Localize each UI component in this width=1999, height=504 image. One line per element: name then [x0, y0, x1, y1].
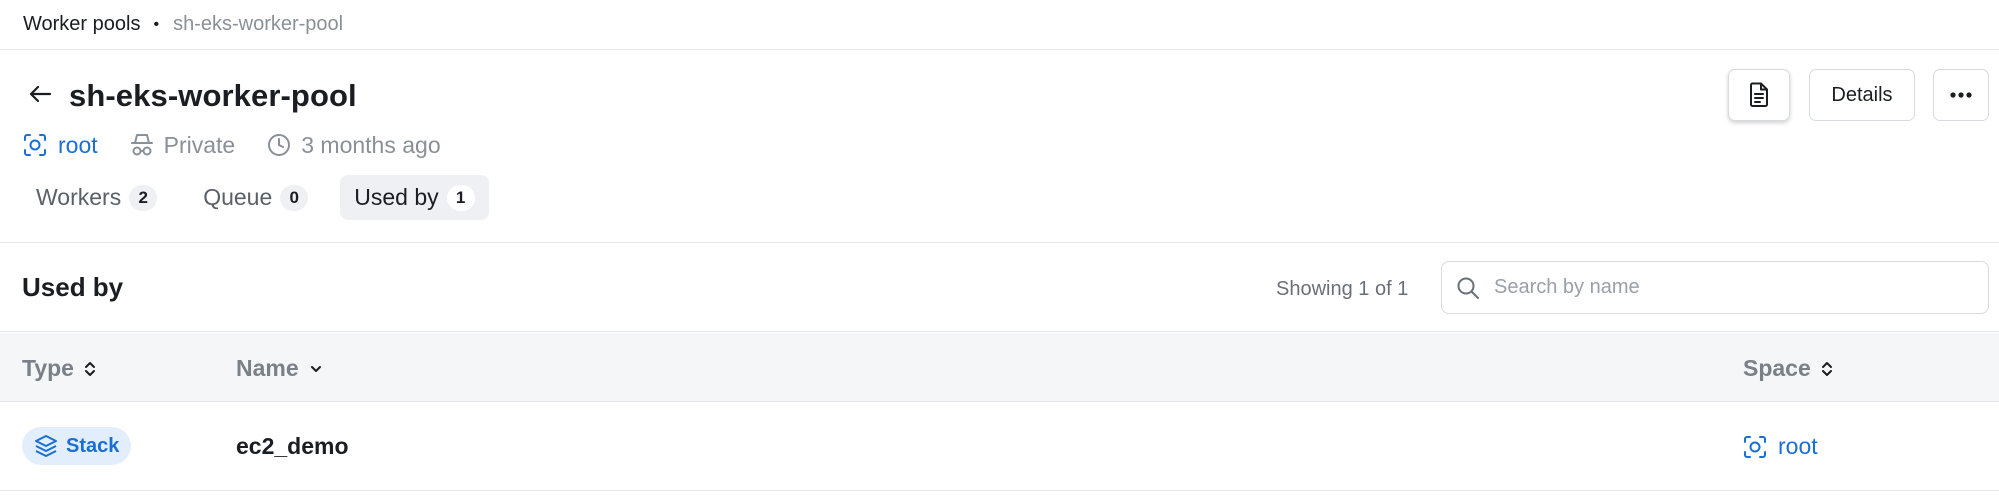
tab-label: Queue — [203, 184, 273, 210]
breadcrumb: Worker pools • sh-eks-worker-pool — [0, 0, 1999, 50]
type-label: Stack — [66, 434, 120, 457]
space-label: root — [58, 131, 98, 158]
tabs: Workers 2 Queue 0 Used by 1 — [22, 175, 507, 220]
breadcrumb-worker-pools-link[interactable]: Worker pools — [23, 13, 140, 36]
tab-workers[interactable]: Workers 2 — [22, 175, 171, 220]
tab-label: Used by — [354, 184, 439, 210]
arrow-left-icon — [29, 85, 52, 103]
created-label: 3 months ago — [301, 131, 441, 158]
type-badge[interactable]: Stack — [22, 427, 132, 465]
details-button[interactable]: Details — [1809, 69, 1915, 121]
page-header: sh-eks-worker-pool root Private 3 months… — [0, 50, 1999, 243]
table-row: Stack ec2_demo root — [0, 402, 1999, 491]
created-time: 3 months ago — [267, 131, 441, 159]
tab-count-badge: 2 — [129, 184, 158, 211]
page-title: sh-eks-worker-pool — [69, 78, 357, 113]
breadcrumb-separator: • — [153, 15, 160, 33]
search-box — [1441, 261, 1989, 314]
tab-label: Workers — [36, 184, 122, 210]
tab-used-by[interactable]: Used by 1 — [340, 175, 489, 220]
chevron-down-icon — [310, 365, 321, 372]
breadcrumb-current: sh-eks-worker-pool — [173, 13, 344, 35]
section-title: Used by — [22, 272, 124, 302]
space-link[interactable]: root — [1742, 433, 1818, 460]
document-button[interactable] — [1728, 69, 1790, 121]
sort-icon — [1821, 361, 1832, 376]
tab-queue[interactable]: Queue 0 — [189, 175, 322, 220]
document-icon — [1750, 82, 1768, 107]
more-options-button[interactable] — [1933, 69, 1989, 121]
table-header: Type Name Space — [0, 333, 1999, 402]
column-label: Type — [22, 355, 74, 381]
column-header-space[interactable]: Space — [1743, 355, 1833, 382]
column-label: Space — [1743, 355, 1811, 381]
stack-layers-icon — [35, 435, 57, 457]
space-icon — [24, 134, 46, 156]
incognito-icon — [130, 134, 153, 156]
tab-count-badge: 1 — [446, 184, 475, 211]
search-input[interactable] — [1494, 276, 1954, 299]
space-label: root — [1778, 433, 1818, 459]
used-by-section-header: Used by Showing 1 of 1 — [0, 244, 1999, 332]
sort-icon — [84, 361, 95, 376]
space-icon — [1744, 435, 1766, 458]
pool-meta: root Private 3 months ago — [22, 127, 473, 163]
search-icon — [1457, 277, 1479, 299]
more-horizontal-icon — [1950, 92, 1972, 98]
tab-count-badge: 0 — [280, 184, 309, 211]
space-link[interactable]: root — [22, 132, 98, 159]
visibility-label: Private — [163, 131, 236, 158]
results-count: Showing 1 of 1 — [1276, 278, 1409, 300]
visibility-indicator: Private — [130, 131, 236, 159]
stack-name-link[interactable]: ec2_demo — [236, 433, 349, 460]
column-header-name[interactable]: Name — [236, 355, 323, 382]
back-button[interactable] — [24, 78, 56, 110]
clock-icon — [268, 134, 291, 156]
column-label: Name — [236, 355, 299, 381]
column-header-type[interactable]: Type — [22, 355, 96, 382]
